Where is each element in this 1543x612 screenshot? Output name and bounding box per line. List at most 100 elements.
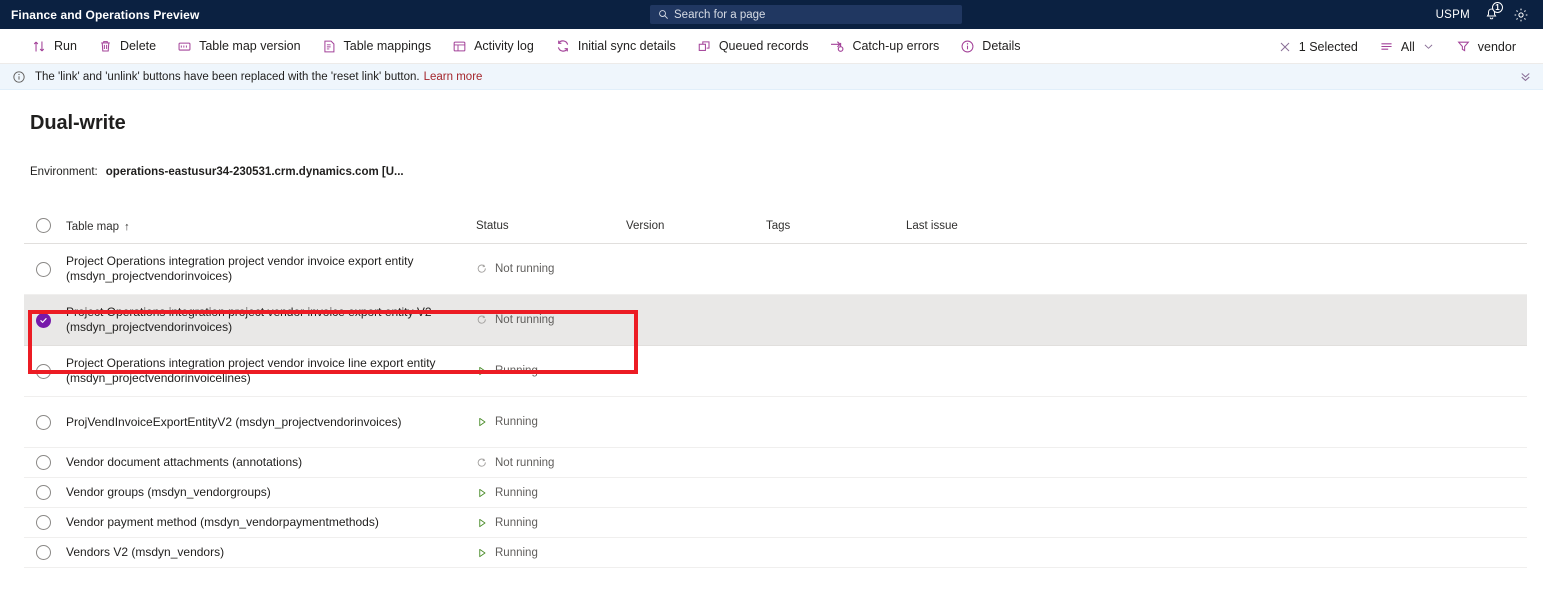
- table-map-name-text: Vendor groups (msdyn_vendorgroups): [66, 485, 271, 499]
- delete-button[interactable]: Delete: [90, 35, 164, 58]
- environment-value[interactable]: operations-eastusur34-230531.crm.dynamic…: [106, 166, 404, 178]
- notifications-button[interactable]: 1: [1484, 2, 1503, 22]
- select-all-radio[interactable]: [36, 218, 51, 233]
- row-select-cell: [24, 414, 66, 430]
- funnel-filter-icon: [1456, 39, 1471, 54]
- table-row[interactable]: Project Operations integration project v…: [24, 244, 1527, 295]
- row-select-cell: [24, 261, 66, 277]
- running-play-icon: [476, 487, 488, 499]
- view-filter-all-button[interactable]: All: [1371, 35, 1443, 58]
- status-text: Running: [495, 416, 538, 428]
- status-text: Not running: [495, 314, 555, 326]
- column-header-status[interactable]: Status: [476, 220, 626, 232]
- close-x-icon: [1278, 40, 1292, 54]
- table-row[interactable]: Vendors V2 (msdyn_vendors) Running: [24, 538, 1527, 568]
- column-label-table-map: Table map: [66, 220, 120, 233]
- search-placeholder-text: Search for a page: [674, 8, 766, 21]
- row-select-radio[interactable]: [36, 261, 51, 277]
- catch-up-errors-button[interactable]: Catch-up errors: [821, 34, 947, 58]
- environment-label: Environment:: [30, 166, 98, 178]
- not-running-icon: [476, 263, 488, 275]
- sort-ascending-icon: ↑: [124, 220, 130, 233]
- status-text: Running: [495, 365, 538, 377]
- filter-vendor-button[interactable]: vendor: [1448, 35, 1524, 58]
- status-text: Not running: [495, 456, 555, 469]
- run-button[interactable]: Run: [24, 35, 85, 58]
- row-select-radio[interactable]: [36, 414, 51, 430]
- table-map-grid: Table map ↑ Status Version Tags Last issu…: [0, 208, 1543, 568]
- queued-records-label: Queued records: [718, 39, 809, 53]
- table-row[interactable]: Vendor groups (msdyn_vendorgroups) Runnin…: [24, 478, 1527, 508]
- row-select-radio[interactable]: [36, 515, 51, 530]
- table-row[interactable]: Project Operations integration project v…: [24, 295, 1527, 346]
- table-map-name-text: Project Operations integration project v…: [66, 254, 414, 283]
- cell-status: Running: [476, 547, 626, 559]
- double-chevron-down-icon[interactable]: [1518, 69, 1533, 89]
- row-select-cell: [24, 515, 66, 530]
- view-filter-all-label: All: [1400, 39, 1415, 54]
- table-map-name-text: ProjVendInvoiceExportEntityV2 (msdyn_pro…: [66, 414, 402, 429]
- table-mappings-button[interactable]: Table mappings: [314, 35, 440, 58]
- row-select-cell: [24, 545, 66, 560]
- initial-sync-details-label: Initial sync details: [577, 39, 676, 53]
- delete-label: Delete: [119, 39, 157, 53]
- table-row[interactable]: ProjVendInvoiceExportEntityV2 (msdyn_pro…: [24, 397, 1527, 448]
- catch-up-errors-label: Catch-up errors: [852, 39, 940, 53]
- learn-more-link[interactable]: Learn more: [424, 71, 483, 83]
- row-select-cell: [24, 312, 66, 328]
- grid-body: Project Operations integration project v…: [0, 244, 1543, 568]
- user-initials[interactable]: USPM: [1436, 9, 1470, 21]
- page-title: Dual-write: [30, 112, 126, 134]
- table-row[interactable]: Project Operations integration project v…: [24, 346, 1527, 397]
- activity-log-button[interactable]: Activity log: [444, 35, 542, 58]
- table-map-name-text: Vendors V2 (msdyn_vendors): [66, 545, 225, 559]
- environment-row: Environment: operations-eastusur34-23053…: [0, 135, 1543, 178]
- row-select-radio[interactable]: [36, 312, 51, 328]
- table-row[interactable]: Vendor payment method (msdyn_vendorpayme…: [24, 508, 1527, 538]
- row-select-radio[interactable]: [36, 363, 51, 379]
- cell-status: Running: [476, 416, 626, 428]
- not-running-icon: [476, 457, 488, 469]
- status-text: Running: [495, 516, 538, 529]
- info-circle-icon: [960, 39, 975, 54]
- cell-status: Running: [476, 517, 626, 529]
- running-play-icon: [476, 365, 488, 377]
- row-select-radio[interactable]: [36, 545, 51, 560]
- column-header-last-issue[interactable]: Last issue: [906, 220, 1527, 232]
- table-map-version-label: Table map version: [199, 39, 301, 53]
- info-circle-icon: [12, 70, 26, 84]
- cell-status: Running: [476, 365, 626, 377]
- activity-log-label: Activity log: [474, 39, 534, 53]
- table-map-version-button[interactable]: Table map version: [169, 35, 308, 58]
- arrow-error-icon: [829, 38, 845, 54]
- run-label: Run: [54, 39, 77, 53]
- trash-icon: [98, 39, 113, 54]
- sync-refresh-icon: [555, 38, 571, 54]
- queued-records-button[interactable]: Queued records: [689, 35, 817, 58]
- table-map-name-text: Project Operations integration project v…: [66, 305, 432, 334]
- column-header-version[interactable]: Version: [626, 220, 766, 232]
- running-play-icon: [476, 517, 488, 529]
- message-bar-text: The 'link' and 'unlink' buttons have bee…: [35, 70, 420, 83]
- app-title: Finance and Operations Preview: [11, 7, 200, 22]
- global-search-box[interactable]: Search for a page: [650, 5, 962, 24]
- column-header-tags[interactable]: Tags: [766, 220, 906, 232]
- settings-button[interactable]: [1513, 7, 1529, 23]
- mapping-list-icon: [322, 39, 337, 54]
- row-select-radio[interactable]: [36, 485, 51, 500]
- column-header-table-map[interactable]: Table map ↑: [66, 217, 476, 235]
- table-map-name-text: Vendor document attachments (annotations…: [66, 455, 303, 469]
- filter-vendor-label: vendor: [1477, 39, 1516, 54]
- row-select-radio[interactable]: [36, 455, 51, 470]
- table-row[interactable]: Vendor document attachments (annotations…: [24, 448, 1527, 478]
- clear-selection-button[interactable]: 1 Selected: [1270, 36, 1366, 58]
- initial-sync-details-button[interactable]: Initial sync details: [547, 34, 684, 58]
- version-box-icon: [177, 39, 192, 54]
- search-icon: [659, 10, 668, 19]
- cell-table-map: Vendor payment method (msdyn_vendorpayme…: [66, 515, 476, 530]
- top-bar-right-actions: USPM 1: [1436, 0, 1543, 29]
- top-navigation-bar: Finance and Operations Preview Search fo…: [0, 0, 1543, 29]
- details-button[interactable]: Details: [952, 35, 1028, 58]
- cell-table-map: Project Operations integration project v…: [66, 305, 476, 335]
- cell-table-map: Vendor groups (msdyn_vendorgroups): [66, 485, 476, 500]
